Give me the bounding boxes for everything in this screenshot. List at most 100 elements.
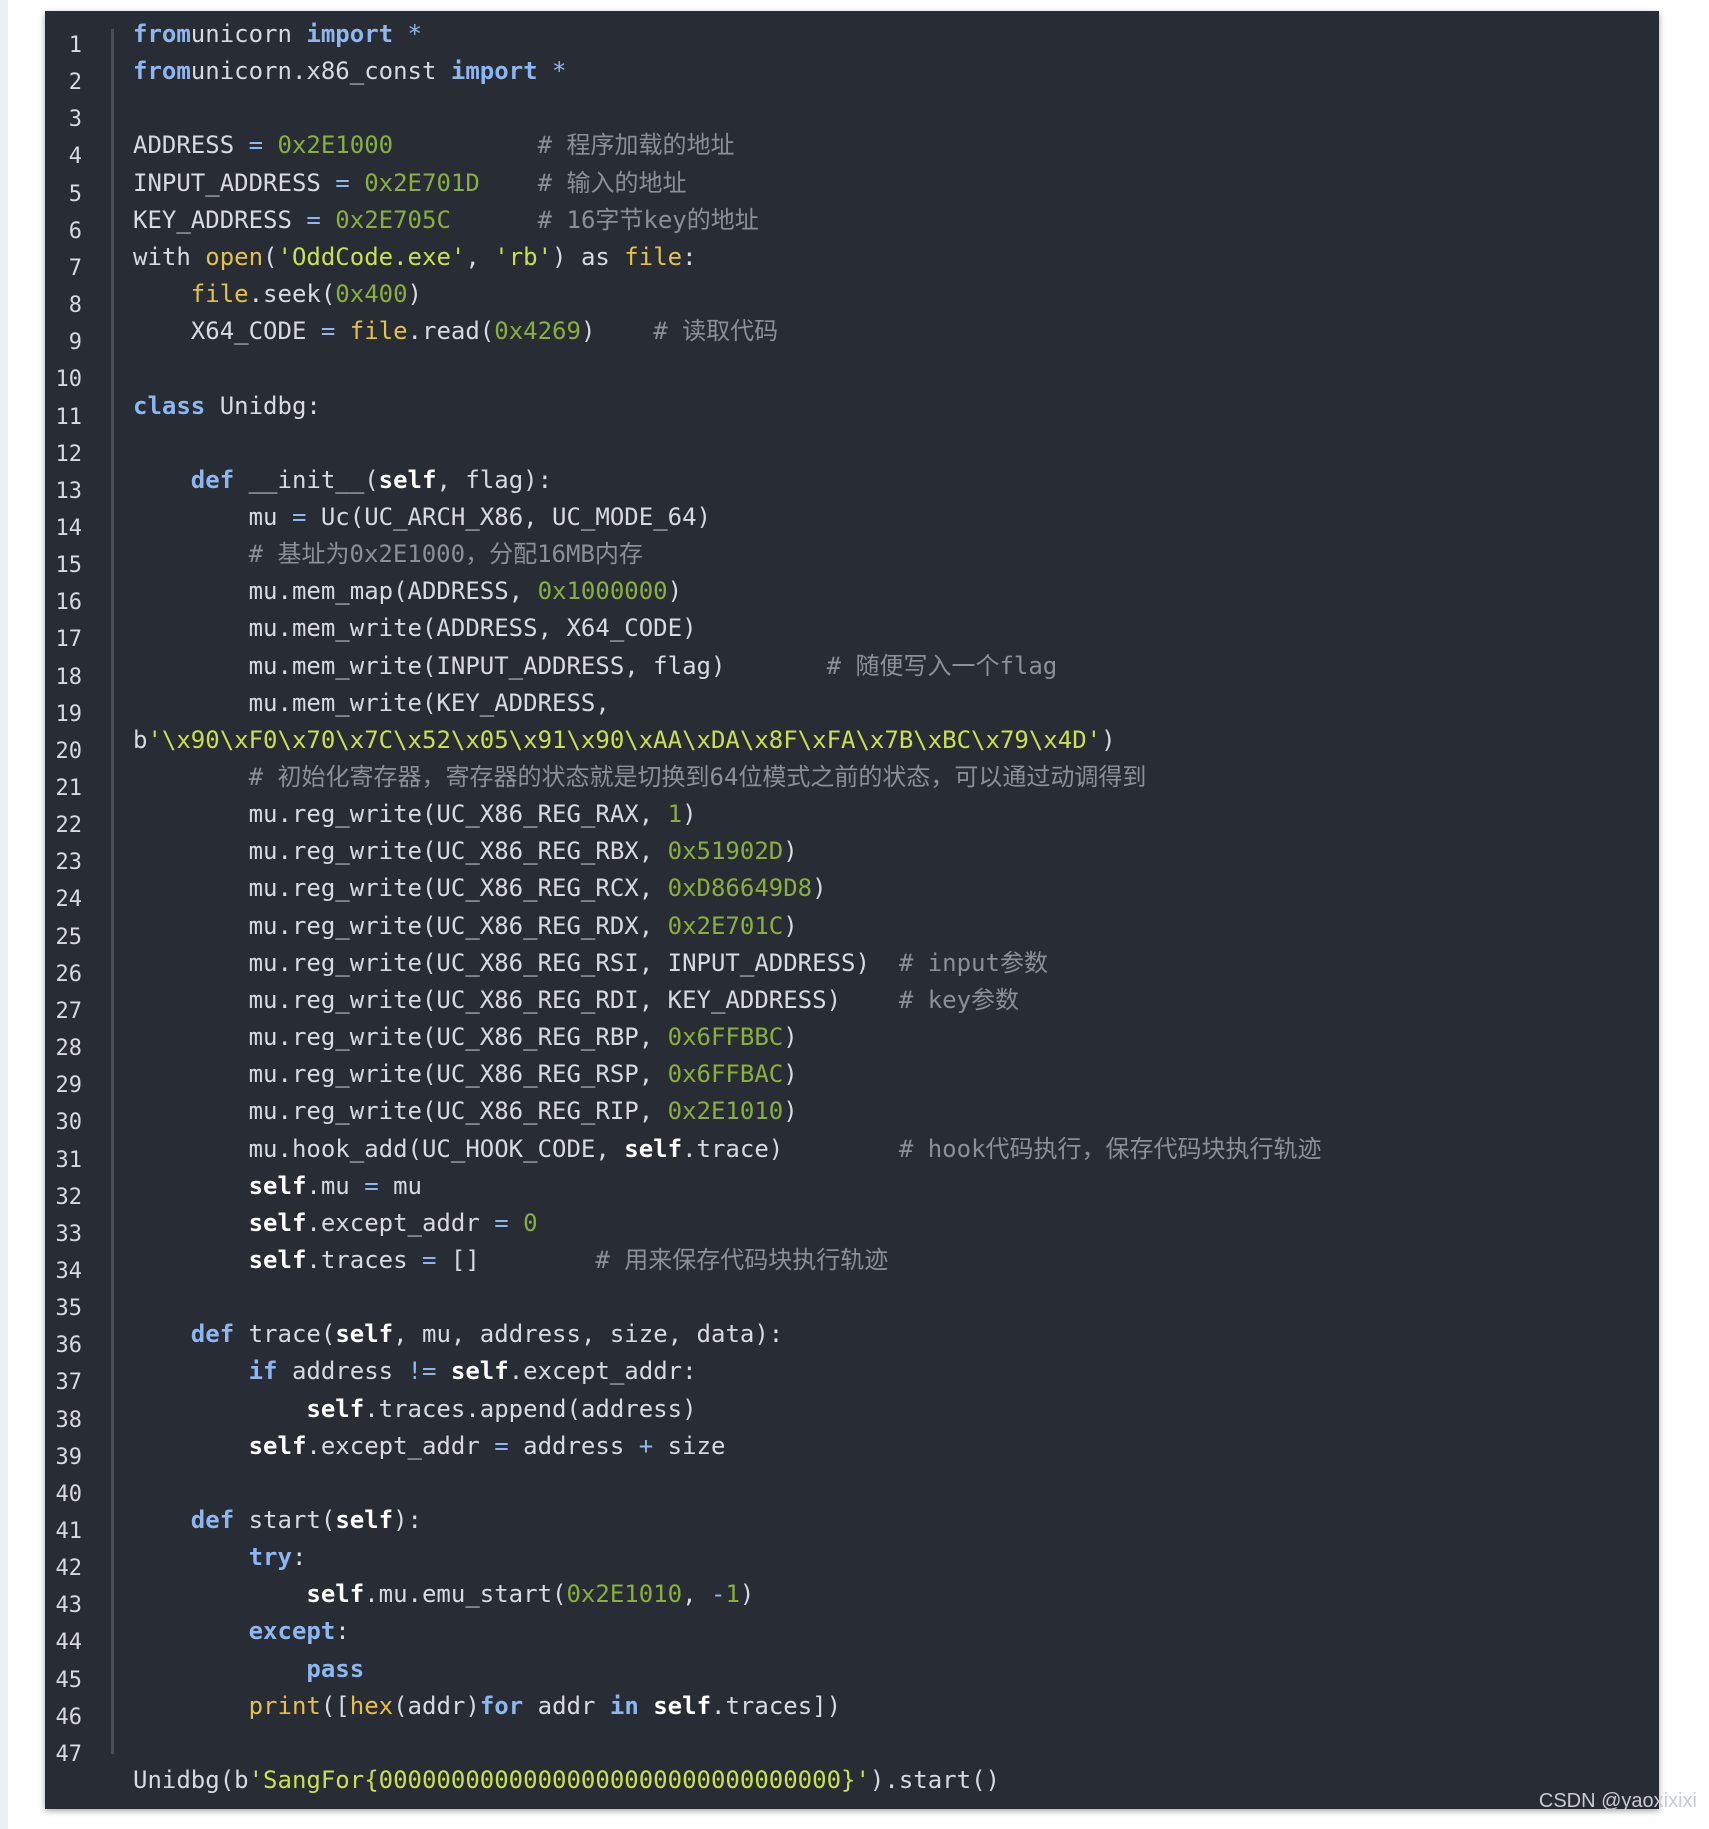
code-token: ).start() [869,1766,1000,1795]
code-token: mu.reg_write(UC_X86_REG_RDX, [133,911,668,940]
line-number: 12 [55,441,83,467]
code-token: import [450,57,538,86]
code-token: .except_addr: [508,1357,697,1386]
code-line: fromunicorn import * [133,16,422,53]
code-token: - [710,1580,726,1609]
code-token: self [248,1245,307,1274]
code-token: 0x1000000 [537,577,668,606]
code-token: addr [523,1691,610,1720]
line-number: 15 [55,553,83,579]
code-token: file [190,280,249,309]
line-number: 3 [68,107,82,133]
code-line: except: [133,1613,350,1650]
code-token: 0x51902D [667,837,784,866]
code-line: X64_CODE = file.read(0x4269) # 读取代码 [133,313,778,350]
code-line: mu.reg_write(UC_X86_REG_RSP, 0x6FFBAC) [133,1056,798,1093]
code-token: .traces.append(address) [364,1394,697,1423]
code-token: * [537,57,567,86]
code-token: (addr) [393,1691,480,1720]
code-token: mu.hook_add(UC_HOOK_CODE, [133,1134,625,1163]
line-number: 17 [55,627,83,653]
code-token: mu.reg_write(UC_X86_REG_RIP, [133,1097,668,1126]
code-token: .except_addr [306,1208,495,1237]
code-token: mu.reg_write(UC_X86_REG_RBX, [133,837,668,866]
code-line: try: [133,1539,307,1576]
code-token: self [378,465,437,494]
code-token: '\x90\xF0\x70\x7C\x52\x05\x91\x90\xAA\xD… [147,725,1102,754]
line-number: 14 [55,515,83,541]
line-number: 39 [55,1444,83,1470]
line-number: 30 [55,1110,83,1136]
code-token: .except_addr [306,1431,495,1460]
code-token: self [335,1506,394,1534]
code-token: 0x6FFBAC [667,1060,784,1089]
code-line: mu.hook_add(UC_HOOK_CODE, self.trace) # … [133,1131,1322,1168]
gutter-divider [111,29,114,1754]
code-token: , mu, address, size, data): [393,1320,784,1349]
line-number: 38 [55,1407,83,1433]
code-token: mu.reg_write(UC_X86_REG_RDI, KEY_ADDRESS… [133,985,899,1014]
line-number: 16 [55,590,83,616]
code-token: 0x400 [335,280,408,309]
code-token: 1 [667,800,683,829]
code-line: mu.reg_write(UC_X86_REG_RCX, 0xD86649D8) [133,870,827,907]
code-token: # 读取代码 [653,317,779,346]
line-number: 22 [55,813,83,839]
line-number: 4 [68,144,82,170]
code-token: mu.mem_write(KEY_ADDRESS, [133,688,610,717]
code-token: # hook代码执行，保存代码块执行轨迹 [898,1134,1322,1163]
line-number: 28 [55,1036,83,1062]
code-token: 0x2E1010 [566,1580,683,1609]
code-token: Uc(UC_ARCH_X86, UC_MODE_64) [306,502,711,531]
code-token: * [393,20,422,48]
code-line: mu.mem_write(INPUT_ADDRESS, flag) # 随便写入… [133,648,1058,685]
code-line: def trace(self, mu, address, size, data)… [133,1316,783,1353]
code-token: mu [133,502,292,531]
line-number: 9 [68,330,82,356]
code-token: 1 [725,1580,740,1609]
line-number: 45 [55,1667,83,1693]
code-line: self.mu.emu_start(0x2E1010, -1) [133,1576,754,1613]
code-token: unicorn.x86_const [190,57,451,86]
code-line: INPUT_ADDRESS = 0x2E701D # 输入的地址 [133,165,687,202]
code-token: except [248,1617,336,1646]
code-line: KEY_ADDRESS = 0x2E705C # 16字节key的地址 [133,202,759,239]
code-token: ) [783,1060,798,1089]
line-number: 44 [55,1630,83,1656]
code-token: if [248,1357,278,1386]
code-token: != [407,1357,437,1386]
code-line: mu.reg_write(UC_X86_REG_RSI, INPUT_ADDRE… [133,945,1048,982]
code-token: b [133,725,148,754]
code-token: ) [812,874,827,903]
code-token: 'OddCode.exe' [277,242,466,271]
code-line: # 初始化寄存器，寄存器的状态就是切换到64位模式之前的状态，可以通过动调得到 [133,759,1147,796]
code-token: self [335,1320,394,1349]
line-number: 43 [55,1593,83,1619]
code-token: = [421,1245,437,1274]
code-block[interactable]: 1 2 3 4 5 6 7 8 9 10 11 12 13 14 15 16 17 18 19 20 21 22 23 24 2… [45,11,1659,1809]
code-token: = [494,1208,509,1237]
code-line: self.traces = [] # 用来保存代码块执行轨迹 [133,1242,889,1279]
code-token: open [205,242,264,271]
code-token: ) [783,911,798,940]
line-number-gutter: 1 2 3 4 5 6 7 8 9 10 11 12 13 14 15 16 17 18 19 20 21 22 23 24 2… [45,11,115,1809]
line-number: 10 [55,367,83,393]
code-line: def start(self): [133,1502,422,1539]
code-token: __init__( [234,465,379,494]
code-token: mu.reg_write(UC_X86_REG_RSP, [133,1060,668,1089]
line-number: 47 [55,1741,83,1767]
code-token: 'SangFor{0000000000000000000000000000000… [248,1766,870,1795]
code-line: fromunicorn.x86_const import * [133,53,567,90]
